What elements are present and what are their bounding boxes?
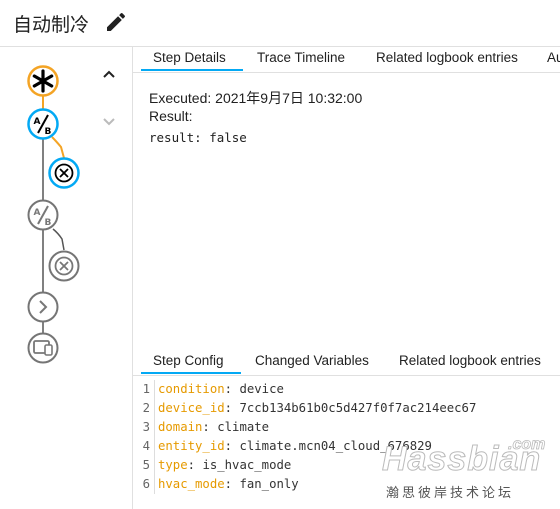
ab-condition-icon[interactable]: A B <box>27 108 59 140</box>
line-number: 5 <box>142 458 150 472</box>
code-value: 7ccb134b61b0c5d427f0f7ac214eec67 <box>239 401 477 415</box>
code-value: is_hvac_mode <box>202 458 292 472</box>
svg-text:B: B <box>45 218 52 228</box>
watermark-com: .com <box>508 436 546 454</box>
chevron-right-icon[interactable] <box>27 291 59 323</box>
chevron-down-icon <box>103 118 115 126</box>
tab-changed-variables[interactable]: Changed Variables <box>255 350 369 374</box>
line-number: 6 <box>142 477 150 491</box>
x-circle-icon[interactable] <box>48 157 80 189</box>
line-number: 2 <box>142 401 150 415</box>
code-key: domain <box>158 420 203 434</box>
code-key: type <box>158 458 188 472</box>
path-connector <box>51 136 65 159</box>
tab-step-details[interactable]: Step Details <box>141 47 243 71</box>
pencil-icon[interactable] <box>104 10 128 34</box>
code-value: fan_only <box>239 477 299 491</box>
tab-automation-config[interactable]: Au <box>547 47 560 71</box>
line-number: 4 <box>142 439 150 453</box>
code-key: hvac_mode <box>158 477 225 491</box>
executed-text: Executed: 2021年9月7日 10:32:00 <box>149 90 363 106</box>
result-label: Result: <box>149 108 193 124</box>
asterisk-icon[interactable] <box>27 65 59 97</box>
tab-trace-timeline[interactable]: Trace Timeline <box>257 47 345 71</box>
code-line: 3 domain: climate <box>135 418 560 437</box>
tab-related-logbook[interactable]: Related logbook entries <box>376 47 518 71</box>
code-key: condition <box>158 382 225 396</box>
code-value: climate <box>217 420 270 434</box>
trace-graph-panel: A B A B <box>0 47 133 509</box>
toolbar: 自动制冷 <box>0 0 560 47</box>
x-circle-icon[interactable] <box>48 250 80 282</box>
details-tab-bar: Step Details Trace Timeline Related logb… <box>132 47 560 73</box>
ab-condition-icon[interactable]: A B <box>27 199 59 231</box>
line-number: 1 <box>142 382 150 396</box>
page-title: 自动制冷 <box>13 14 90 36</box>
code-value: device <box>239 382 284 396</box>
config-tab-bar: Step Config Changed Variables Related lo… <box>132 350 560 376</box>
device-action-icon[interactable] <box>27 332 59 364</box>
svg-text:A: A <box>34 117 41 127</box>
tab-related-logbook-entries[interactable]: Related logbook entries <box>399 350 541 374</box>
path-connector <box>52 228 65 251</box>
code-key: device_id <box>158 401 225 415</box>
svg-text:B: B <box>45 127 52 137</box>
tab-step-config[interactable]: Step Config <box>141 350 240 374</box>
svg-text:A: A <box>34 208 41 218</box>
chevron-up-icon[interactable] <box>97 63 121 87</box>
code-key: entity_id <box>158 439 225 453</box>
line-number: 3 <box>142 420 150 434</box>
code-line: 2 device_id: 7ccb134b61b0c5d427f0f7ac214… <box>135 399 560 418</box>
watermark-subtitle: 瀚思彼岸技术论坛 <box>386 486 515 501</box>
step-details-content: Executed: 2021年9月7日 10:32:00 Result: res… <box>149 89 362 147</box>
code-line: 1 condition: device <box>135 380 560 399</box>
result-value: result: false <box>149 130 247 145</box>
